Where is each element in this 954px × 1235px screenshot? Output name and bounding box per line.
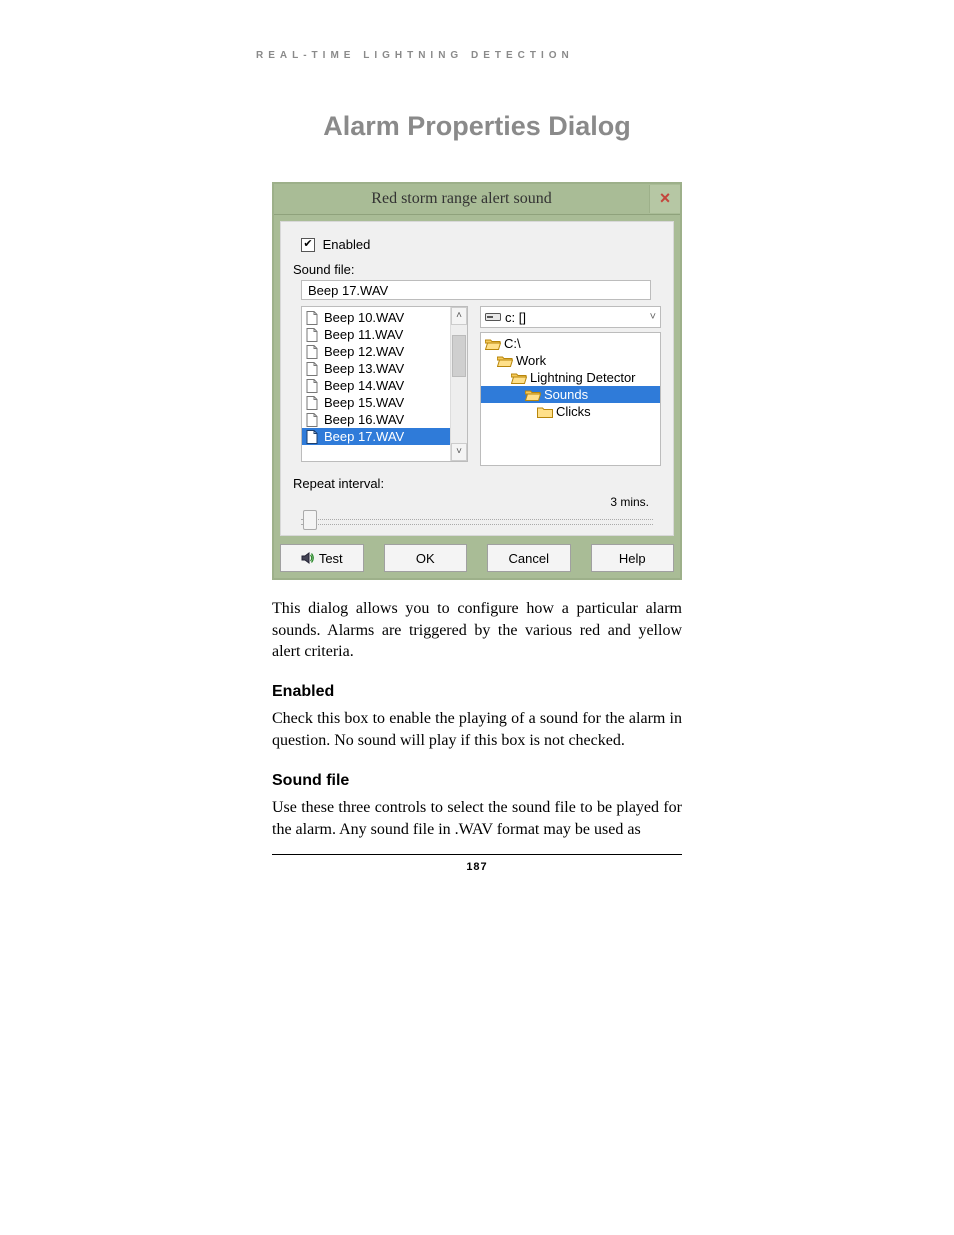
folder-open-icon [525,388,541,402]
file-item[interactable]: Beep 15.WAV [302,394,450,411]
test-button-label: Test [319,551,343,566]
tree-item-label: Clicks [556,404,591,419]
close-button[interactable]: × [649,185,680,213]
document-icon [306,362,320,376]
tree-item[interactable]: Lightning Detector [481,369,660,386]
page-number: 187 [272,854,682,873]
intro-paragraph: This dialog allows you to configure how … [272,598,682,663]
speaker-icon [301,551,315,565]
tree-item-label: Sounds [544,387,588,402]
file-item[interactable]: Beep 13.WAV [302,360,450,377]
enabled-label: Enabled [323,237,371,252]
cancel-button-label: Cancel [509,551,549,566]
enabled-heading: Enabled [272,681,682,703]
alarm-properties-dialog: Red storm range alert sound × ✔ Enabled … [272,182,682,580]
sound-file-input[interactable]: Beep 17.WAV [301,280,651,300]
chevron-down-icon: ˅ [650,311,656,323]
ok-button-label: OK [416,551,435,566]
scroll-track[interactable] [451,325,467,443]
soundfile-heading: Sound file [272,770,682,792]
tree-item-label: Work [516,353,546,368]
file-list-scrollbar[interactable]: ˄ ˅ [450,307,467,461]
help-button-label: Help [619,551,646,566]
file-item-label: Beep 13.WAV [324,361,404,376]
enabled-paragraph: Check this box to enable the playing of … [272,708,682,751]
document-icon [306,311,320,325]
file-item[interactable]: Beep 10.WAV [302,309,450,326]
file-item[interactable]: Beep 17.WAV [302,428,450,445]
file-item-label: Beep 11.WAV [324,327,403,342]
file-item-label: Beep 17.WAV [324,429,404,444]
repeat-interval-slider[interactable] [301,519,653,525]
cancel-button[interactable]: Cancel [487,544,571,572]
folder-open-icon [485,337,501,351]
tree-item[interactable]: C:\ [481,335,660,352]
file-item-label: Beep 16.WAV [324,412,404,427]
soundfile-paragraph: Use these three controls to select the s… [272,797,682,840]
tree-item[interactable]: Clicks [481,403,660,420]
running-header: REAL-TIME LIGHTNING DETECTION [256,50,954,61]
file-item-label: Beep 15.WAV [324,395,404,410]
document-icon [306,430,320,444]
scroll-up-button[interactable]: ˄ [451,307,467,325]
page-title: Alarm Properties Dialog [0,111,954,142]
sound-file-label: Sound file: [293,262,661,277]
folder-tree[interactable]: C:\ Work Lightning Detector Sounds Clicks [480,332,661,466]
ok-button[interactable]: OK [384,544,468,572]
file-item[interactable]: Beep 12.WAV [302,343,450,360]
dialog-titlebar: Red storm range alert sound × [274,184,680,215]
document-icon [306,328,320,342]
tree-item[interactable]: Sounds [481,386,660,403]
tree-item-label: Lightning Detector [530,370,636,385]
file-item[interactable]: Beep 14.WAV [302,377,450,394]
file-item[interactable]: Beep 11.WAV [302,326,450,343]
document-icon [306,413,320,427]
scroll-thumb[interactable] [452,335,466,377]
enabled-checkbox[interactable]: ✔ [301,238,315,252]
drive-label: c: [] [505,310,526,325]
document-icon [306,396,320,410]
file-item[interactable]: Beep 16.WAV [302,411,450,428]
repeat-interval-value: 3 mins. [301,495,653,509]
drive-icon [485,311,501,323]
help-button[interactable]: Help [591,544,675,572]
folder-open-icon [497,354,513,368]
close-icon: × [660,188,671,208]
tree-item[interactable]: Work [481,352,660,369]
repeat-interval-label: Repeat interval: [293,476,661,491]
drive-combobox[interactable]: c: [] ˅ [480,306,661,328]
file-listbox[interactable]: Beep 10.WAV Beep 11.WAV Beep 12.WAV Beep 13… [301,306,468,462]
file-item-label: Beep 12.WAV [324,344,404,359]
document-icon [306,345,320,359]
test-button[interactable]: Test [280,544,364,572]
slider-thumb[interactable] [303,510,317,530]
file-item-label: Beep 10.WAV [324,310,404,325]
scroll-down-button[interactable]: ˅ [451,443,467,461]
folder-open-icon [511,371,527,385]
folder-closed-icon [537,405,553,419]
tree-item-label: C:\ [504,336,521,351]
document-icon [306,379,320,393]
file-item-label: Beep 14.WAV [324,378,404,393]
dialog-title: Red storm range alert sound [274,190,649,208]
